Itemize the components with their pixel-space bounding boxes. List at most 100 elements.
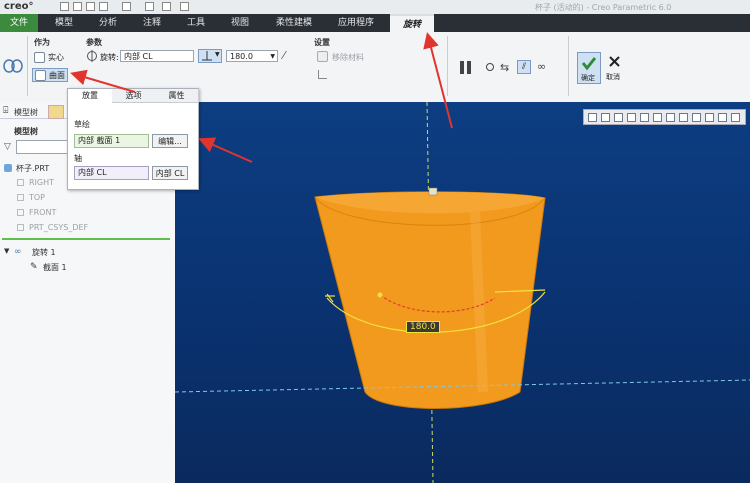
revolve-feature-icon [3, 59, 23, 73]
tab-model-tree[interactable]: 模型树 [14, 107, 38, 118]
group-label-as: 作为 [34, 38, 50, 47]
cancel-button[interactable]: 取消 [603, 52, 627, 84]
rotate-axis-icon [87, 50, 97, 62]
graphics-viewport[interactable]: 180.0 [175, 102, 750, 483]
remove-material-label[interactable]: 移除材料 [332, 52, 364, 63]
open-file-icon[interactable] [73, 2, 82, 11]
ribbon-separator [27, 36, 28, 96]
datum-plane-icon [17, 209, 24, 216]
tab-flexible-modeling[interactable]: 柔性建模 [266, 14, 322, 32]
tree-item-front[interactable]: FRONT [29, 208, 56, 217]
folder-browser-tab-icon[interactable] [48, 105, 64, 119]
repaint-icon[interactable] [627, 113, 636, 122]
angle-type-dropdown[interactable]: ▼ [198, 49, 222, 63]
filter-icon[interactable]: ▽ [4, 142, 11, 152]
tab-placement[interactable]: 放置 [68, 89, 113, 103]
save-icon[interactable] [86, 2, 95, 11]
tab-file[interactable]: 文件 [0, 14, 38, 32]
thicken-icon[interactable] [318, 70, 327, 79]
model-tree-tab-icon: ⌹ [3, 106, 9, 116]
title-bar: creo° 杯子 (活动的) - Creo Parametric 6.0 [0, 0, 750, 15]
zoom-in-icon[interactable] [601, 113, 610, 122]
view-manager-icon[interactable] [666, 113, 675, 122]
edit-sketch-button[interactable]: 编辑... [152, 134, 188, 148]
axis-section-label: 轴 [74, 154, 82, 163]
tab-tools[interactable]: 工具 [176, 14, 216, 32]
angle-dimension-label[interactable]: 180.0 [406, 321, 440, 333]
ribbon-tabs: 文件 模型 分析 注释 工具 视图 柔性建模 应用程序 旋转 [0, 14, 750, 34]
csys-icon [17, 224, 24, 231]
angle-value: 180.0 [230, 52, 253, 61]
axis-collector[interactable]: 内部 CL [74, 166, 149, 180]
tree-feature-revolve[interactable]: 旋转 1 [32, 247, 56, 258]
group-label-params: 参数 [86, 38, 102, 47]
verify-mode-icon[interactable]: ⫽ [517, 60, 531, 74]
internal-axis-button[interactable]: 内部 CL [152, 166, 188, 180]
tab-view[interactable]: 视图 [220, 14, 260, 32]
datum-display-icon[interactable] [692, 113, 701, 122]
tree-item-top[interactable]: TOP [29, 193, 45, 202]
confirm-button[interactable]: 确定 [577, 52, 601, 84]
tab-properties[interactable]: 属性 [155, 89, 199, 103]
expand-arrow-icon[interactable]: ▼ [4, 247, 9, 255]
chevron-down-icon[interactable]: ▼ [270, 51, 275, 63]
zoom-out-icon[interactable] [614, 113, 623, 122]
spin-center-icon[interactable] [718, 113, 727, 122]
regenerate-icon[interactable] [145, 2, 154, 11]
model-tree-header: 模型树 [14, 127, 38, 136]
tree-feature-section[interactable]: 截面 1 [43, 262, 67, 273]
close-window-icon[interactable] [180, 2, 189, 11]
no-preview-icon[interactable] [486, 63, 494, 71]
checkmark-icon [581, 57, 597, 71]
placement-panel: 放置 选项 属性 草绘 内部 截面 1 编辑... 轴 内部 CL 内部 CL [67, 88, 199, 190]
tab-revolve[interactable]: 旋转 [390, 14, 434, 34]
redo-icon[interactable] [122, 2, 131, 11]
tab-analysis[interactable]: 分析 [88, 14, 128, 32]
sketch-collector[interactable]: 内部 截面 1 [74, 134, 149, 148]
pause-icon[interactable] [460, 61, 464, 74]
tree-search-input[interactable] [16, 140, 68, 154]
remove-material-icon [317, 51, 328, 62]
undo-icon[interactable] [99, 2, 108, 11]
glasses-icon[interactable]: ∞ [537, 60, 546, 73]
tree-item-right[interactable]: RIGHT [29, 178, 54, 187]
new-file-icon[interactable] [60, 2, 69, 11]
creo-logo: creo° [4, 1, 34, 12]
refit-icon[interactable] [588, 113, 597, 122]
surface-icon [35, 70, 46, 81]
view-settings-icon[interactable] [731, 113, 740, 122]
sketch-section-label: 草绘 [74, 120, 90, 129]
axis-collector-field[interactable]: 内部 CL [120, 50, 194, 62]
saved-orientations-icon[interactable] [653, 113, 662, 122]
chevron-down-icon: ▼ [215, 51, 220, 58]
tab-model[interactable]: 模型 [44, 14, 84, 32]
solid-button[interactable]: 实心 [34, 51, 70, 64]
cancel-label: 取消 [606, 73, 620, 81]
flip-direction-icon[interactable]: ⁄ [283, 49, 285, 62]
datum-plane-icon [17, 194, 24, 201]
tab-applications[interactable]: 应用程序 [328, 14, 384, 32]
window-title: 杯子 (活动的) - Creo Parametric 6.0 [535, 3, 672, 12]
tab-options[interactable]: 选项 [112, 89, 156, 103]
angle-input[interactable]: 180.0 ▼ [226, 50, 278, 62]
view-toolbar [583, 109, 746, 125]
perspective-view-icon[interactable] [679, 113, 688, 122]
surface-label: 曲面 [49, 71, 65, 80]
windows-icon[interactable] [162, 2, 171, 11]
insert-here-marker [2, 238, 170, 240]
sketch-icon: ✎ [30, 262, 38, 272]
ribbon-separator [568, 36, 569, 96]
tree-part-name[interactable]: 杯子.PRT [16, 163, 49, 174]
tree-item-csys[interactable]: PRT_CSYS_DEF [29, 223, 88, 232]
preview-icon[interactable]: ⇆ [500, 61, 509, 74]
display-style-icon[interactable] [640, 113, 649, 122]
surface-button[interactable]: 曲面 [32, 68, 68, 82]
confirm-label: 确定 [581, 74, 595, 82]
close-icon [609, 56, 620, 67]
annotation-display-icon[interactable] [705, 113, 714, 122]
solid-label: 实心 [48, 53, 64, 62]
rotate-axis-label: 旋转: [100, 53, 119, 62]
tab-annotate[interactable]: 注释 [132, 14, 172, 32]
model-graphics [175, 102, 750, 483]
datum-plane-icon [17, 179, 24, 186]
